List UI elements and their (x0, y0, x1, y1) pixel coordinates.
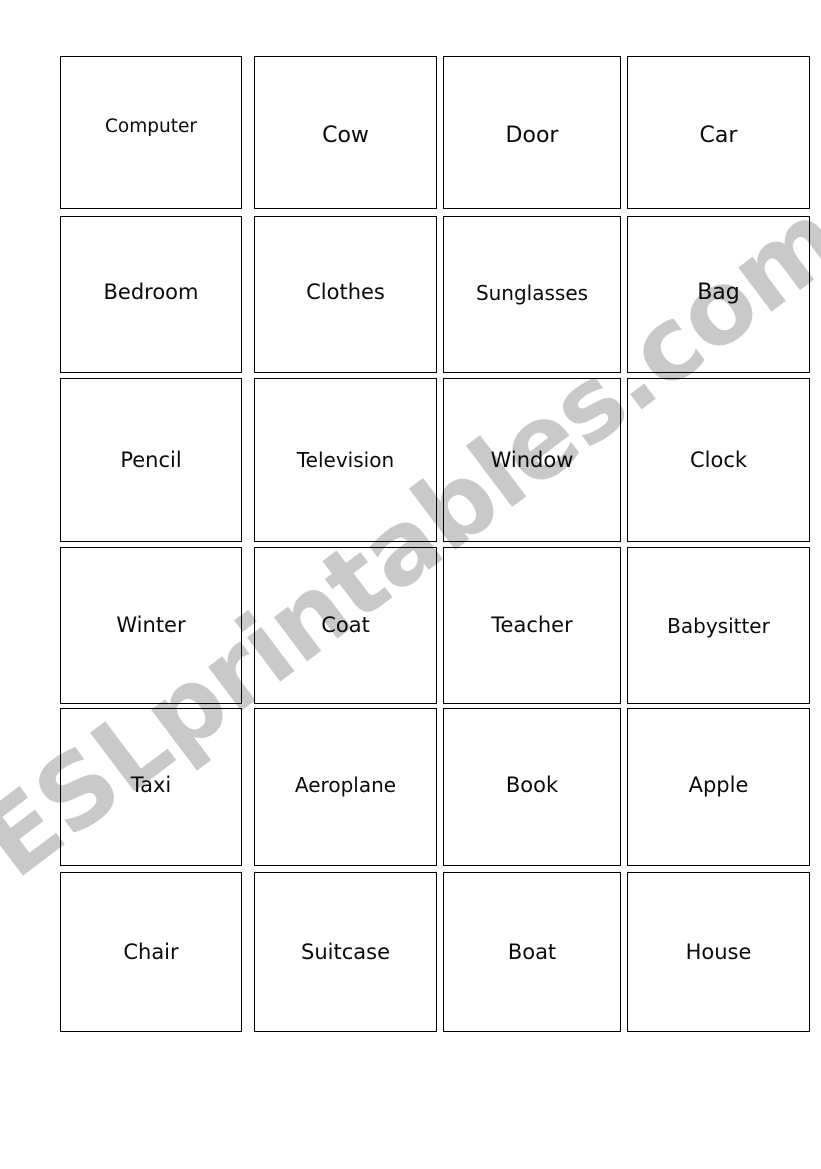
vocabulary-card-label: Boat (507, 939, 557, 964)
vocabulary-card[interactable]: Car (627, 56, 810, 209)
vocabulary-card-label: Clock (689, 447, 748, 472)
vocabulary-card-label: Bedroom (103, 280, 199, 304)
vocabulary-card-label: House (685, 939, 752, 964)
vocabulary-card-label: Cow (322, 122, 369, 148)
vocabulary-card[interactable]: Pencil (60, 378, 242, 542)
vocabulary-card[interactable]: Winter (60, 547, 242, 704)
vocabulary-card[interactable]: Bag (627, 216, 810, 373)
vocabulary-card-label: Door (505, 122, 559, 148)
vocabulary-card[interactable]: Clothes (254, 216, 437, 373)
vocabulary-card-label: Apple (688, 772, 749, 797)
vocabulary-card-label: Aeroplane (294, 773, 397, 797)
vocabulary-card-label: Window (490, 447, 574, 472)
vocabulary-card-label: Coat (321, 613, 370, 637)
vocabulary-card-label: Babysitter (667, 613, 770, 638)
vocabulary-card-label: Sunglasses (475, 280, 589, 305)
vocabulary-card-label: Teacher (491, 613, 573, 637)
vocabulary-card-label: Computer (105, 116, 197, 138)
vocabulary-card-label: Clothes (306, 280, 385, 304)
vocabulary-card[interactable]: Babysitter (627, 547, 810, 704)
vocabulary-card[interactable]: Clock (627, 378, 810, 542)
vocabulary-card[interactable]: Coat (254, 547, 437, 704)
vocabulary-card-label: Chair (123, 939, 179, 964)
vocabulary-card-grid: Computer Cow Door Car Bedroom Clothes Sunglass… (0, 0, 821, 1169)
vocabulary-card[interactable]: Suitcase (254, 872, 437, 1032)
vocabulary-card[interactable]: Apple (627, 708, 810, 866)
vocabulary-card[interactable]: Book (443, 708, 621, 866)
vocabulary-card[interactable]: Window (443, 378, 621, 542)
vocabulary-card[interactable]: Teacher (443, 547, 621, 704)
vocabulary-card-label: Suitcase (301, 939, 390, 964)
vocabulary-card-label: Book (505, 772, 559, 797)
worksheet-page: ESLprintables.com Computer Cow Door Car Bedr… (0, 0, 821, 1169)
vocabulary-card[interactable]: Computer (60, 56, 242, 209)
vocabulary-card[interactable]: Bedroom (60, 216, 242, 373)
vocabulary-card-label: Winter (116, 613, 186, 637)
vocabulary-card[interactable]: Cow (254, 56, 437, 209)
vocabulary-card-label: Pencil (120, 447, 182, 472)
vocabulary-card-label: Bag (697, 279, 740, 305)
vocabulary-card[interactable]: House (627, 872, 810, 1032)
vocabulary-card-label: Car (699, 122, 738, 148)
vocabulary-card[interactable]: Aeroplane (254, 708, 437, 866)
vocabulary-card[interactable]: Boat (443, 872, 621, 1032)
vocabulary-card[interactable]: Door (443, 56, 621, 209)
vocabulary-card[interactable]: Television (254, 378, 437, 542)
vocabulary-card-label: Taxi (130, 772, 172, 797)
vocabulary-card[interactable]: Taxi (60, 708, 242, 866)
vocabulary-card[interactable]: Sunglasses (443, 216, 621, 373)
vocabulary-card-label: Television (296, 448, 395, 472)
vocabulary-card[interactable]: Chair (60, 872, 242, 1032)
